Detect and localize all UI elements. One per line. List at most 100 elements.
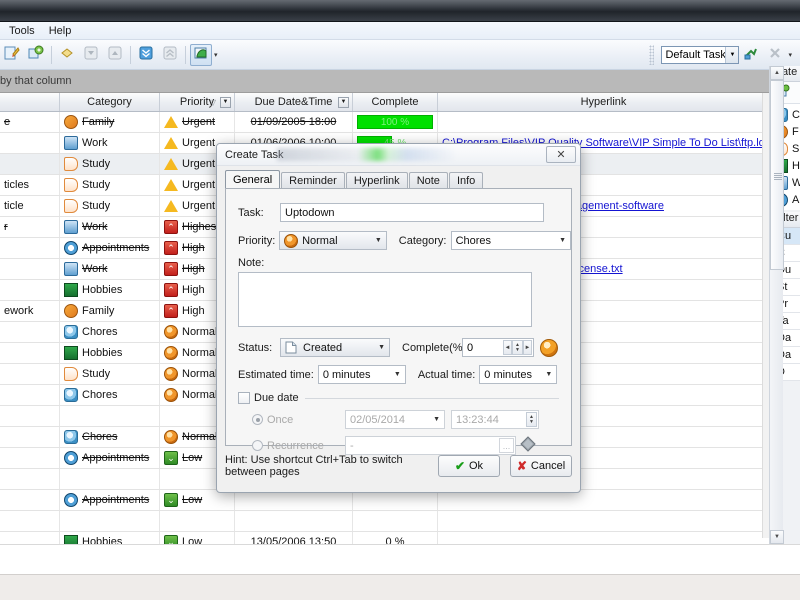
cancel-button[interactable]: ✘ Cancel (510, 455, 572, 477)
priority-combo[interactable]: Normal ▼ (279, 231, 387, 250)
category-combo[interactable]: Chores ▼ (450, 231, 572, 250)
chevron-down-icon[interactable]: ▼ (433, 416, 440, 423)
actual-time-combo[interactable]: 0 minutes ▼ (479, 365, 558, 384)
high-icon: ⌃ (164, 241, 178, 255)
column-header-complete[interactable]: Complete (353, 93, 438, 111)
estimated-time-value: 0 minutes (322, 368, 371, 381)
cell-task (0, 469, 60, 489)
cell-task: e (0, 112, 60, 132)
tab-info[interactable]: Info (448, 172, 484, 189)
tab-note[interactable]: Note (408, 172, 448, 189)
print-dropdown-caret[interactable]: ▾ (214, 51, 218, 59)
chevron-down-icon[interactable]: ▼ (545, 371, 552, 378)
cell-category: Study (60, 154, 160, 174)
task-grid-header: Category Priority ▽ ▼ Due Date&Time ▼ Co… (0, 93, 770, 112)
print-preview-button[interactable] (190, 43, 212, 66)
priority-name: Urgent (182, 179, 216, 191)
task-view-value: Default Task V (665, 48, 726, 61)
task-input[interactable]: Uptodown (280, 203, 544, 222)
tab-reminder[interactable]: Reminder (281, 172, 345, 189)
diamond-icon (59, 45, 75, 64)
cell-task (0, 322, 60, 342)
new-group-button[interactable] (25, 44, 47, 66)
normal-icon (164, 388, 178, 402)
spinner-updown-button[interactable]: ▲ ▼ (512, 340, 523, 355)
arrow-up-icon (107, 45, 123, 64)
table-row[interactable]: e Family Urgent 01/09/2005 18:00 100 % (0, 112, 770, 133)
tab-general[interactable]: General (225, 170, 281, 189)
new-group-icon (28, 45, 44, 64)
ok-button[interactable]: ✔ Ok (438, 455, 500, 477)
chevron-down-icon[interactable]: ▼ (559, 237, 566, 244)
priority-name: Low (182, 452, 203, 464)
complete-input[interactable]: 0 ◄ ▲ ▼ ► (462, 338, 534, 357)
due-date-value: 01/09/2005 18:00 (250, 116, 337, 128)
chevron-down-icon[interactable]: ▼ (725, 46, 739, 63)
high-icon: ⌃ (164, 304, 178, 318)
column-header-due[interactable]: Due Date&Time ▼ (235, 93, 353, 111)
due-filter-button[interactable]: ▼ (338, 96, 349, 108)
edit-task-button[interactable] (56, 44, 78, 66)
scroll-thumb[interactable] (770, 80, 784, 270)
move-down-button[interactable] (80, 44, 102, 66)
category-name: Study (82, 368, 111, 380)
toolbar-grip[interactable] (649, 44, 655, 65)
column-header-task[interactable] (0, 93, 60, 111)
save-view-icon (743, 45, 759, 64)
new-task-button[interactable] (1, 44, 23, 66)
complete-spinner[interactable]: ◄ ▲ ▼ ► (503, 340, 532, 355)
scroll-down-button[interactable]: ▼ (770, 530, 784, 544)
hobbies-icon (64, 283, 78, 297)
once-radio[interactable] (252, 414, 263, 425)
cell-category (60, 406, 160, 426)
task-view-combo[interactable]: Default Task V ▼ (661, 45, 740, 64)
dialog-body: General Reminder Hyperlink Note Info Tas… (225, 170, 572, 455)
note-textarea[interactable] (238, 272, 532, 327)
menu-help[interactable]: Help (42, 24, 79, 38)
time-updown-button[interactable]: ▲ ▼ (526, 412, 537, 427)
column-header-hyperlink[interactable]: Hyperlink (438, 93, 770, 111)
once-time-input[interactable]: 13:23:44 ▲ ▼ (451, 410, 539, 429)
category-name: Family (82, 116, 115, 128)
scroll-up-button[interactable]: ▲ (770, 66, 784, 80)
priority-name: High (182, 305, 205, 317)
chevron-down-icon[interactable]: ▼ (375, 237, 382, 244)
collapse-all-button[interactable] (159, 44, 181, 66)
move-up-button[interactable] (104, 44, 126, 66)
double-arrow-down-icon (138, 45, 154, 64)
dialog-titlebar[interactable]: Create Task ✕ (217, 144, 580, 166)
category-name: Appointments (82, 452, 150, 464)
due-date-checkbox[interactable] (238, 392, 250, 404)
table-row[interactable] (0, 511, 770, 532)
tab-hyperlink[interactable]: Hyperlink (345, 172, 408, 189)
cell-category: Study (60, 364, 160, 384)
delete-view-button[interactable] (764, 44, 786, 66)
highest-icon: ⌃ (164, 220, 178, 234)
cell-category: Hobbies (60, 343, 160, 363)
menu-tools[interactable]: Tools (2, 24, 42, 38)
priority-filter-button[interactable]: ▼ (220, 96, 231, 108)
estimated-time-combo[interactable]: 0 minutes ▼ (317, 365, 406, 384)
close-icon[interactable]: ✕ (546, 146, 576, 163)
expand-all-button[interactable] (135, 44, 157, 66)
main-vertical-scrollbar[interactable]: ▲ ▼ (769, 66, 784, 544)
chores-icon (64, 388, 78, 402)
progress-icon[interactable] (540, 338, 558, 357)
column-header-priority[interactable]: Priority ▽ ▼ (160, 93, 235, 111)
spinner-left-button[interactable]: ◄ (503, 340, 512, 355)
toolbar-overflow-caret[interactable]: ▾ (788, 51, 792, 59)
priority-name: Normal (182, 347, 218, 359)
category-name: Work (82, 221, 108, 233)
table-row[interactable]: Appointments ⌄ Low (0, 490, 770, 511)
chevron-down-icon[interactable]: ▼ (378, 344, 385, 351)
category-name: Chores (82, 431, 118, 443)
once-date-combo[interactable]: 02/05/2014 ▼ (345, 410, 445, 429)
sort-ascending-icon: ▽ (209, 97, 216, 107)
save-view-button[interactable] (740, 44, 762, 66)
chevron-down-icon[interactable]: ▼ (394, 371, 401, 378)
time-spinner[interactable]: ▲ ▼ (526, 412, 537, 427)
spinner-right-button[interactable]: ► (523, 340, 532, 355)
column-header-category[interactable]: Category (60, 93, 160, 111)
status-combo[interactable]: Created ▼ (280, 338, 390, 357)
priority-name: Urgent (182, 116, 216, 128)
